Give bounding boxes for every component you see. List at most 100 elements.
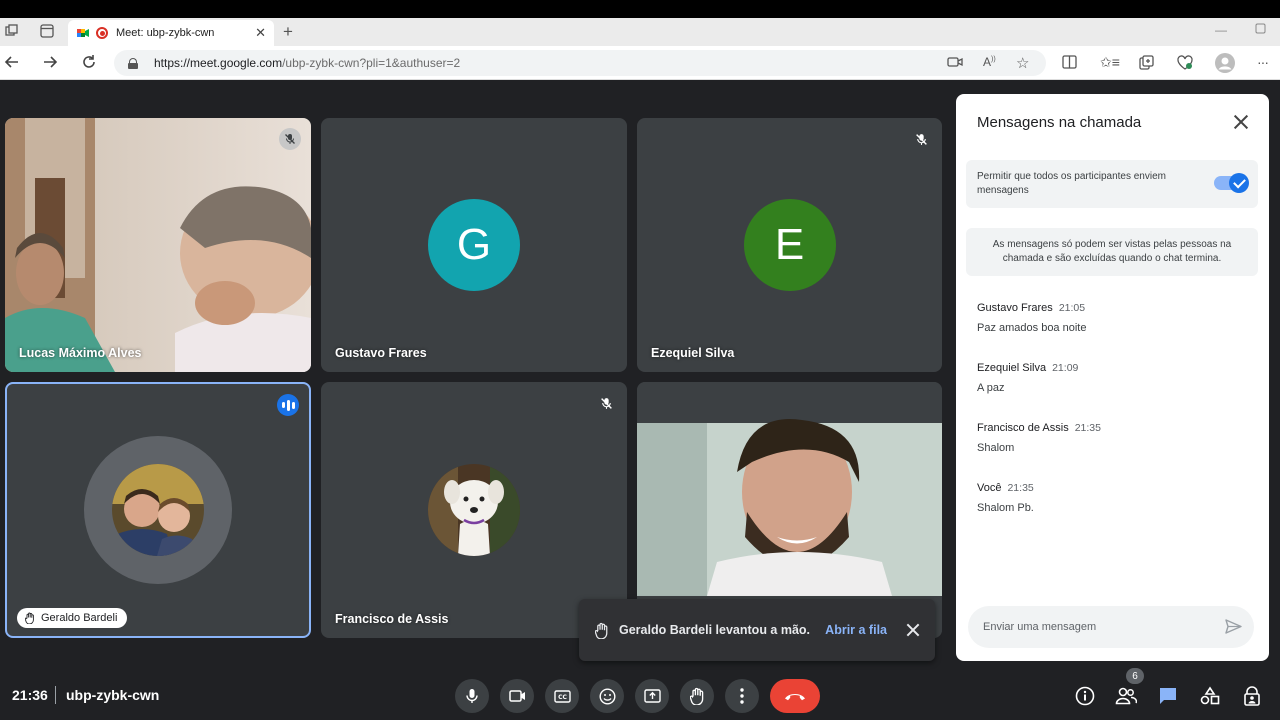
participant-name: Ezequiel Silva bbox=[651, 346, 735, 360]
participant-name: Francisco de Assis bbox=[335, 612, 449, 626]
speaking-indicator-icon bbox=[277, 394, 299, 416]
meeting-clock: 21:36 bbox=[12, 687, 48, 703]
profile-avatar-icon[interactable] bbox=[1215, 53, 1235, 76]
minimize-icon[interactable]: — bbox=[1215, 23, 1227, 37]
activities-button[interactable] bbox=[1198, 684, 1222, 708]
participant-tile-gustavo[interactable]: G Gustavo Frares bbox=[321, 118, 627, 372]
camera-button[interactable] bbox=[500, 679, 534, 713]
permission-toggle[interactable] bbox=[1214, 173, 1249, 193]
chat-panel: Mensagens na chamada Permitir que todos … bbox=[956, 94, 1269, 661]
participant-video bbox=[5, 118, 311, 372]
collections-icon[interactable] bbox=[1139, 55, 1154, 73]
camera-icon bbox=[508, 690, 525, 702]
maximize-icon[interactable] bbox=[1255, 22, 1266, 37]
split-screen-icon[interactable] bbox=[1062, 55, 1077, 72]
chat-message-input[interactable]: Enviar uma mensagem bbox=[968, 606, 1254, 648]
message-sender: Gustavo Frares bbox=[977, 302, 1053, 314]
hang-up-icon bbox=[785, 694, 805, 701]
chat-icon bbox=[1160, 688, 1176, 704]
workspaces-icon[interactable] bbox=[5, 24, 19, 41]
new-tab-icon[interactable]: + bbox=[283, 22, 293, 42]
raised-hand-icon bbox=[689, 687, 703, 705]
present-screen-icon bbox=[643, 689, 661, 703]
hand-raised-chip: Geraldo Bardeli bbox=[17, 608, 128, 628]
reload-icon[interactable] bbox=[81, 54, 97, 73]
address-bar[interactable]: https://meet.google.com/ubp-zybk-cwn?pli… bbox=[114, 50, 1046, 76]
screen: Meet: ubp-zybk-cwn ✕ + — https://meet.go… bbox=[0, 0, 1280, 720]
message-time: 21:35 bbox=[1074, 422, 1101, 434]
send-icon[interactable] bbox=[1225, 619, 1242, 637]
browser-tab-meet[interactable]: Meet: ubp-zybk-cwn ✕ bbox=[68, 20, 274, 46]
chat-button[interactable] bbox=[1156, 684, 1180, 708]
avatar bbox=[112, 464, 204, 556]
url-path: /ubp-zybk-cwn?pli=1&authuser=2 bbox=[282, 56, 461, 70]
favorites-icon[interactable]: ✩≡ bbox=[1100, 54, 1120, 71]
favorite-star-icon[interactable]: ☆ bbox=[1016, 54, 1029, 72]
message-sender: Você bbox=[977, 482, 1002, 494]
toast-message: Geraldo Bardeli levantou a mão. bbox=[619, 623, 811, 637]
chat-permission-setting: Permitir que todos os participantes envi… bbox=[966, 160, 1258, 208]
message-text: Shalom bbox=[977, 442, 1015, 454]
participant-tile-geraldo[interactable]: Geraldo Bardeli bbox=[5, 382, 311, 638]
forward-icon[interactable] bbox=[42, 54, 58, 73]
activities-icon bbox=[1200, 686, 1220, 705]
more-vert-icon bbox=[740, 688, 744, 704]
people-icon bbox=[1115, 687, 1137, 705]
message-sender: Francisco de Assis bbox=[977, 422, 1069, 434]
reactions-button[interactable] bbox=[590, 679, 624, 713]
lock-icon[interactable] bbox=[128, 57, 138, 69]
browser-essentials-icon[interactable] bbox=[1177, 55, 1193, 73]
close-icon[interactable] bbox=[1231, 112, 1251, 132]
chat-message: Ezequiel Silva 21:09 A paz bbox=[977, 362, 1078, 394]
recording-icon bbox=[96, 27, 108, 39]
meet-favicon-icon bbox=[76, 26, 90, 40]
tab-actions-icon[interactable] bbox=[40, 24, 54, 41]
participant-name: Gustavo Frares bbox=[335, 346, 427, 360]
back-icon[interactable] bbox=[4, 54, 20, 73]
participant-name: Lucas Máximo Alves bbox=[19, 346, 142, 360]
more-options-button[interactable] bbox=[725, 679, 759, 713]
emoji-icon bbox=[598, 687, 616, 705]
participant-tile-lucas[interactable]: Lucas Máximo Alves bbox=[5, 118, 311, 372]
meeting-details-button[interactable] bbox=[1073, 684, 1097, 708]
tab-close-icon[interactable]: ✕ bbox=[255, 25, 266, 41]
url-host: https://meet.google.com bbox=[154, 56, 283, 70]
message-text: Shalom Pb. bbox=[977, 502, 1034, 514]
read-aloud-icon[interactable]: A)) bbox=[983, 55, 996, 69]
captions-icon: CC bbox=[553, 689, 571, 703]
participant-name: Geraldo Bardeli bbox=[41, 612, 118, 624]
people-button[interactable] bbox=[1114, 684, 1138, 708]
settings-more-icon[interactable]: ··· bbox=[1257, 54, 1269, 70]
message-text: A paz bbox=[977, 382, 1005, 394]
raised-hand-icon bbox=[595, 622, 608, 639]
meeting-code: ubp-zybk-cwn bbox=[66, 687, 160, 703]
avatar: E bbox=[743, 199, 836, 291]
check-icon bbox=[1229, 173, 1249, 193]
lock-person-icon bbox=[1244, 686, 1260, 706]
host-controls-button[interactable] bbox=[1240, 684, 1264, 708]
present-screen-button[interactable] bbox=[635, 679, 669, 713]
message-text: Paz amados boa noite bbox=[977, 322, 1087, 334]
open-queue-link[interactable]: Abrir a fila bbox=[825, 623, 887, 637]
tab-title: Meet: ubp-zybk-cwn bbox=[116, 27, 215, 39]
divider bbox=[55, 686, 56, 704]
captions-button[interactable]: CC bbox=[545, 679, 579, 713]
raise-hand-button[interactable] bbox=[680, 679, 714, 713]
microphone-button[interactable] bbox=[455, 679, 489, 713]
camera-in-use-icon[interactable] bbox=[947, 56, 963, 71]
leave-call-button[interactable] bbox=[770, 679, 820, 713]
message-time: 21:35 bbox=[1007, 482, 1034, 494]
raised-hand-icon bbox=[25, 612, 34, 624]
participant-tile-ezequiel[interactable]: E Ezequiel Silva bbox=[637, 118, 942, 372]
chat-message: Francisco de Assis 21:35 Shalom bbox=[977, 422, 1101, 454]
close-icon[interactable] bbox=[903, 620, 923, 640]
chat-panel-title: Mensagens na chamada bbox=[977, 114, 1142, 131]
message-time: 21:05 bbox=[1058, 302, 1086, 314]
avatar: G bbox=[428, 199, 520, 291]
muted-mic-icon bbox=[595, 392, 617, 414]
muted-mic-icon bbox=[910, 128, 932, 150]
microphone-icon bbox=[466, 689, 478, 703]
avatar bbox=[428, 464, 520, 556]
message-time: 21:09 bbox=[1052, 362, 1079, 374]
top-black-bar bbox=[0, 0, 1280, 18]
